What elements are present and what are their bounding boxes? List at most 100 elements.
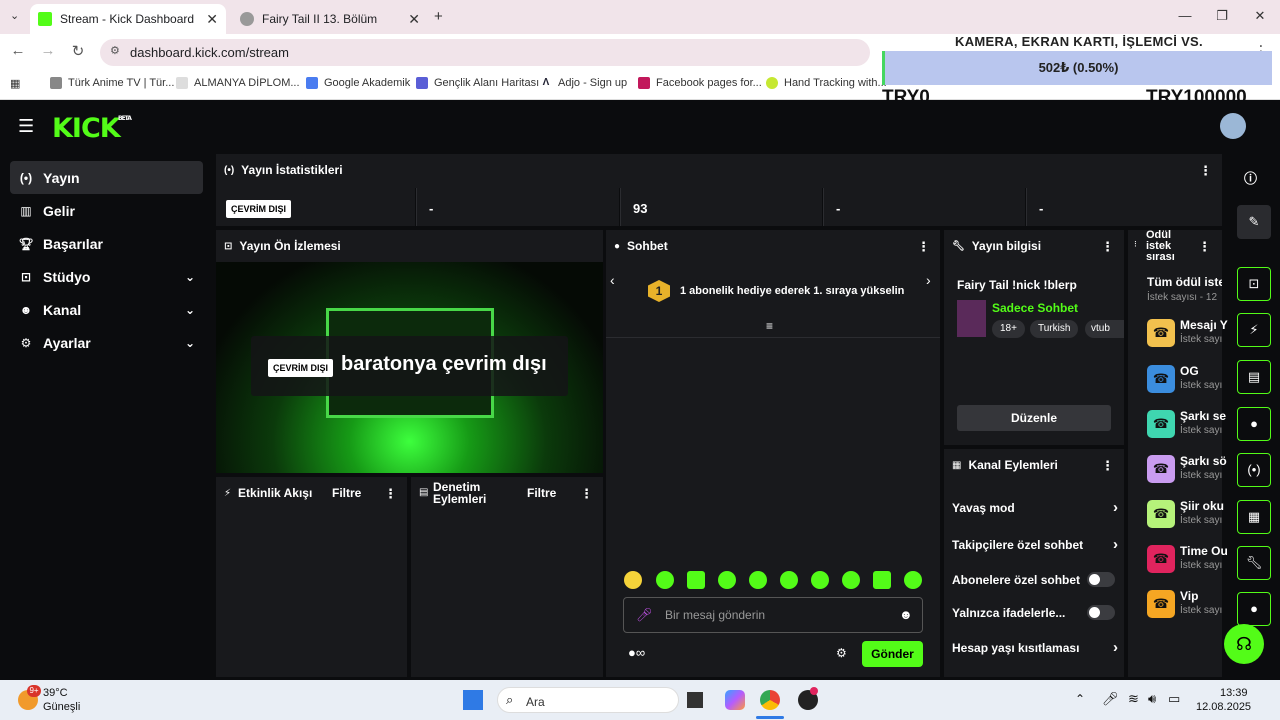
wifi-icon[interactable]: ≋	[1128, 691, 1139, 707]
hamburger-menu-icon[interactable]: ☰	[18, 116, 34, 137]
bookmark-adjo[interactable]: Λ Adjo - Sign up	[540, 77, 627, 89]
battery-icon[interactable]: ▭	[1168, 691, 1180, 707]
close-icon[interactable]: ✕	[206, 11, 218, 28]
edit-pencil-icon[interactable]: ✎	[1237, 205, 1271, 239]
more-options-icon[interactable]: ⋮	[917, 239, 930, 255]
moderation-title: Denetim Eylemleri	[433, 480, 487, 506]
emote-pikachu-icon[interactable]	[624, 571, 642, 589]
url-field[interactable]: ⚙ dashboard.kick.com/stream	[100, 39, 870, 66]
minimize-icon[interactable]: —	[1175, 8, 1195, 23]
help-headset-icon[interactable]: ☊	[1224, 624, 1264, 664]
emote-icon[interactable]	[904, 571, 922, 589]
close-icon[interactable]: ✕	[408, 11, 420, 28]
emote-icon[interactable]	[718, 571, 736, 589]
edit-stream-button[interactable]: Düzenle	[957, 405, 1111, 431]
emote-icon[interactable]	[687, 571, 705, 589]
moderation-filter-button[interactable]: Filtre	[527, 486, 556, 500]
rail-stats-button[interactable]: (•)	[1237, 453, 1271, 487]
more-options-icon[interactable]: ⋮	[1199, 163, 1212, 179]
kick-points-icon[interactable]: ●∞	[628, 645, 645, 660]
sidebar-item-ayarlar[interactable]: ⚙ Ayarlar ⌄	[10, 326, 203, 359]
more-options-icon[interactable]: ⋮	[384, 486, 397, 502]
action-slow-mode[interactable]: Yavaş mod ›	[952, 499, 1118, 521]
action-followers-only[interactable]: Takipçilere özel sohbet ›	[952, 536, 1118, 558]
sidebar-item-basarilar[interactable]: 🏆︎ Başarılar	[10, 227, 203, 260]
chrome-icon[interactable]	[760, 690, 780, 710]
emote-icon[interactable]	[749, 571, 767, 589]
bookmark-google-akademik[interactable]: Google Akademik	[306, 77, 410, 89]
activity-filter-button[interactable]: Filtre	[332, 486, 361, 500]
chat-settings-gear-icon[interactable]: ⚙	[836, 646, 847, 660]
reload-icon[interactable]: ↻	[67, 42, 89, 60]
emote-icon[interactable]	[842, 571, 860, 589]
taskbar-search[interactable]: ⌕ Ara	[497, 687, 679, 713]
more-options-icon[interactable]: ⋮	[1198, 239, 1211, 255]
subscribers-only-toggle[interactable]	[1087, 572, 1115, 587]
clock-time[interactable]: 13:39	[1220, 687, 1248, 699]
send-button[interactable]: Gönder	[862, 641, 923, 667]
bookmark-facebook[interactable]: Facebook pages for...	[638, 77, 762, 89]
category-link[interactable]: Sadece Sohbet	[992, 301, 1078, 315]
emoji-picker-icon[interactable]: ☻	[899, 607, 913, 622]
action-subscribers-only[interactable]: Abonelere özel sohbet	[952, 572, 1118, 593]
action-emotes-only[interactable]: Yalnızca ifadelerle...	[952, 605, 1118, 626]
rail-channel-actions-button[interactable]: ▦	[1237, 500, 1271, 534]
all-rewards-label[interactable]: Tüm ödül iste	[1147, 275, 1222, 289]
task-view-icon[interactable]	[687, 692, 703, 708]
microphone-icon[interactable]: 🎤︎	[1102, 691, 1119, 707]
offline-badge: ÇEVRİM DIŞI	[226, 200, 292, 218]
microphone-icon[interactable]: 🎤︎	[636, 607, 653, 623]
kick-points-icon: ●	[1250, 601, 1258, 616]
bookmark-turk-anime[interactable]: Türk Anime TV | Tür...	[50, 77, 174, 89]
chat-message-input[interactable]: 🎤︎ Bir mesaj gönderin ☻	[623, 597, 923, 633]
emote-icon[interactable]	[780, 571, 798, 589]
kick-logo[interactable]: KICK BETA	[52, 113, 132, 144]
weather-desc[interactable]: Güneşli	[43, 701, 80, 713]
window-close-icon[interactable]: ✕	[1250, 8, 1270, 24]
forward-arrow-icon[interactable]: →	[37, 42, 59, 59]
emotes-only-toggle[interactable]	[1087, 605, 1115, 620]
tab-search-icon[interactable]: ⌄	[10, 9, 19, 22]
avatar[interactable]	[1220, 113, 1246, 139]
info-icon[interactable]: ⓘ	[1244, 168, 1257, 187]
rail-preview-button[interactable]: ⊡	[1237, 267, 1271, 301]
rail-stream-info-button[interactable]: 🔧︎	[1237, 546, 1271, 580]
emote-icon[interactable]	[811, 571, 829, 589]
rail-activity-button[interactable]: ⚡︎	[1237, 313, 1271, 347]
volume-icon[interactable]: 🔊︎	[1148, 691, 1156, 707]
more-options-icon[interactable]: ⋮	[1101, 458, 1114, 474]
weather-temp[interactable]: 39°C	[43, 687, 68, 699]
sidebar-item-kanal[interactable]: ☻ Kanal ⌄	[10, 293, 203, 326]
bookmark-almanya[interactable]: ALMANYA DİPLOM...	[176, 77, 300, 89]
tab-fairy-tail[interactable]: Fairy Tail II 13. Bölüm ✕	[232, 4, 428, 34]
site-info-icon[interactable]: ⚙	[110, 44, 120, 57]
emote-icon[interactable]	[873, 571, 891, 589]
emote-icon[interactable]	[656, 571, 674, 589]
expand-down-icon[interactable]: ≡	[766, 319, 773, 333]
rail-chat-button[interactable]: ●	[1237, 407, 1271, 441]
chevron-up-icon[interactable]: ⌃	[1075, 692, 1085, 706]
chevron-left-icon[interactable]: ‹	[610, 272, 615, 288]
tag-turkish[interactable]: Turkish	[1030, 320, 1079, 338]
chevron-right-icon[interactable]: ›	[926, 272, 931, 288]
maximize-icon[interactable]: ❐	[1212, 8, 1232, 24]
clock-date[interactable]: 12.08.2025	[1196, 701, 1251, 713]
back-arrow-icon[interactable]: ←	[7, 42, 29, 59]
new-tab-plus-icon[interactable]: +	[434, 8, 443, 25]
tag-vtuber[interactable]: vtub	[1085, 320, 1124, 338]
rail-moderation-button[interactable]: ▤	[1237, 360, 1271, 394]
tag-18plus[interactable]: 18+	[992, 320, 1025, 338]
bookmark-genclik[interactable]: Gençlik Alanı Haritası	[416, 77, 539, 89]
action-account-age[interactable]: Hesap yaşı kısıtlaması ›	[952, 639, 1118, 661]
tab-kick-dashboard[interactable]: Stream - Kick Dashboard ✕	[30, 4, 226, 34]
bookmark-hand-tracking[interactable]: Hand Tracking with...	[766, 77, 887, 89]
sidebar-item-studyo[interactable]: ⊡ Stüdyo ⌄	[10, 260, 203, 293]
sidebar-item-gelir[interactable]: ▥ Gelir	[10, 194, 203, 227]
windows-start-icon[interactable]	[463, 690, 483, 710]
copilot-icon[interactable]	[725, 690, 745, 710]
sidebar-item-yayin[interactable]: (•) Yayın	[10, 161, 203, 194]
more-options-icon[interactable]: ⋮	[580, 486, 593, 502]
apps-grid-icon[interactable]: ▦	[10, 77, 20, 90]
more-options-icon[interactable]: ⋮	[1101, 239, 1114, 255]
rail-rewards-button[interactable]: ●	[1237, 592, 1271, 626]
